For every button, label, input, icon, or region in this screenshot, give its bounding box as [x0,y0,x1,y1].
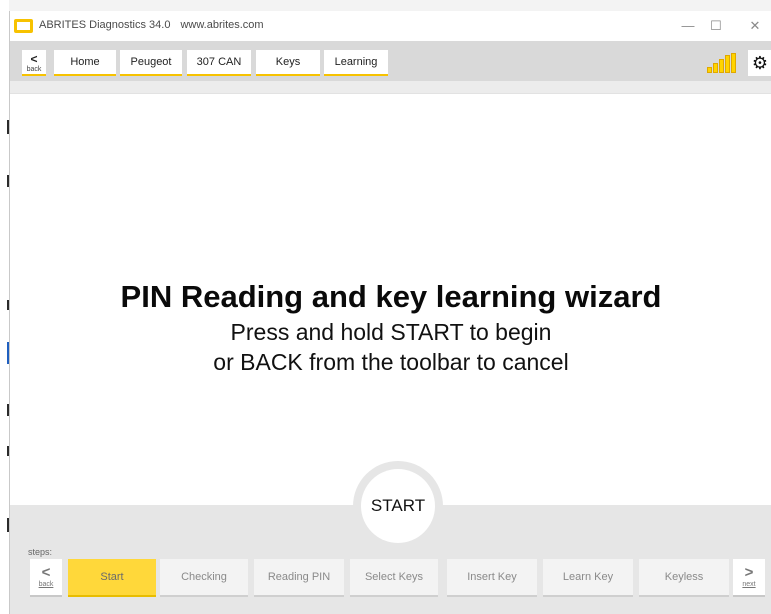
step-select-keys[interactable]: Select Keys [350,559,438,597]
step-reading-pin[interactable]: Reading PIN [254,559,344,597]
title-bar: ABRITES Diagnostics 34.0 www.abrites.com … [10,11,771,41]
maximize-button[interactable]: ☐ [696,11,736,41]
desktop-top-strip [0,0,771,11]
steps-next-label: next [742,581,756,588]
step-checking[interactable]: Checking [160,559,248,597]
breadcrumb-peugeot[interactable]: Peugeot [120,50,182,76]
steps-next-button[interactable]: > next [733,559,765,597]
breadcrumb-learning[interactable]: Learning [324,50,388,76]
wizard-title: PIN Reading and key learning wizard [120,279,662,314]
wizard-instruction-line1: Press and hold START to begin [230,319,552,345]
steps-back-label: back [38,581,54,588]
settings-gear-icon[interactable]: ⚙ [748,50,771,76]
toolbar-back-button[interactable]: < back [22,50,46,76]
step-insert-key[interactable]: Insert Key [447,559,537,597]
breadcrumb-keys[interactable]: Keys [256,50,320,76]
app-window: ABRITES Diagnostics 34.0 www.abrites.com … [9,11,771,614]
breadcrumb-home[interactable]: Home [54,50,116,76]
start-button[interactable]: START [361,469,435,543]
app-url: www.abrites.com [180,19,264,31]
toolbar-back-label: back [26,66,42,73]
steps-label: steps: [28,547,53,557]
steps-next-chevron-icon: > [744,564,754,581]
steps-back-button[interactable]: < back [30,559,62,597]
step-learn-key[interactable]: Learn Key [543,559,633,597]
toolbar: < back Home Peugeot 307 CAN Keys Learnin… [10,41,771,81]
close-button[interactable]: ✕ [738,11,771,41]
app-title: ABRITES Diagnostics 34.0 [39,19,171,31]
desktop-left-strip [0,0,9,614]
abrites-logo-icon [14,19,33,33]
steps-back-chevron-icon: < [41,564,51,581]
wizard-instruction-line2: or BACK from the toolbar to cancel [213,349,569,375]
back-chevron-icon: < [30,52,38,66]
content-top-margin [10,81,771,93]
step-start[interactable]: Start [68,559,156,597]
step-keyless[interactable]: Keyless [639,559,729,597]
signal-bars-icon [707,53,739,73]
window-title: ABRITES Diagnostics 34.0 www.abrites.com [39,19,264,31]
breadcrumb-307-can[interactable]: 307 CAN [187,50,251,76]
